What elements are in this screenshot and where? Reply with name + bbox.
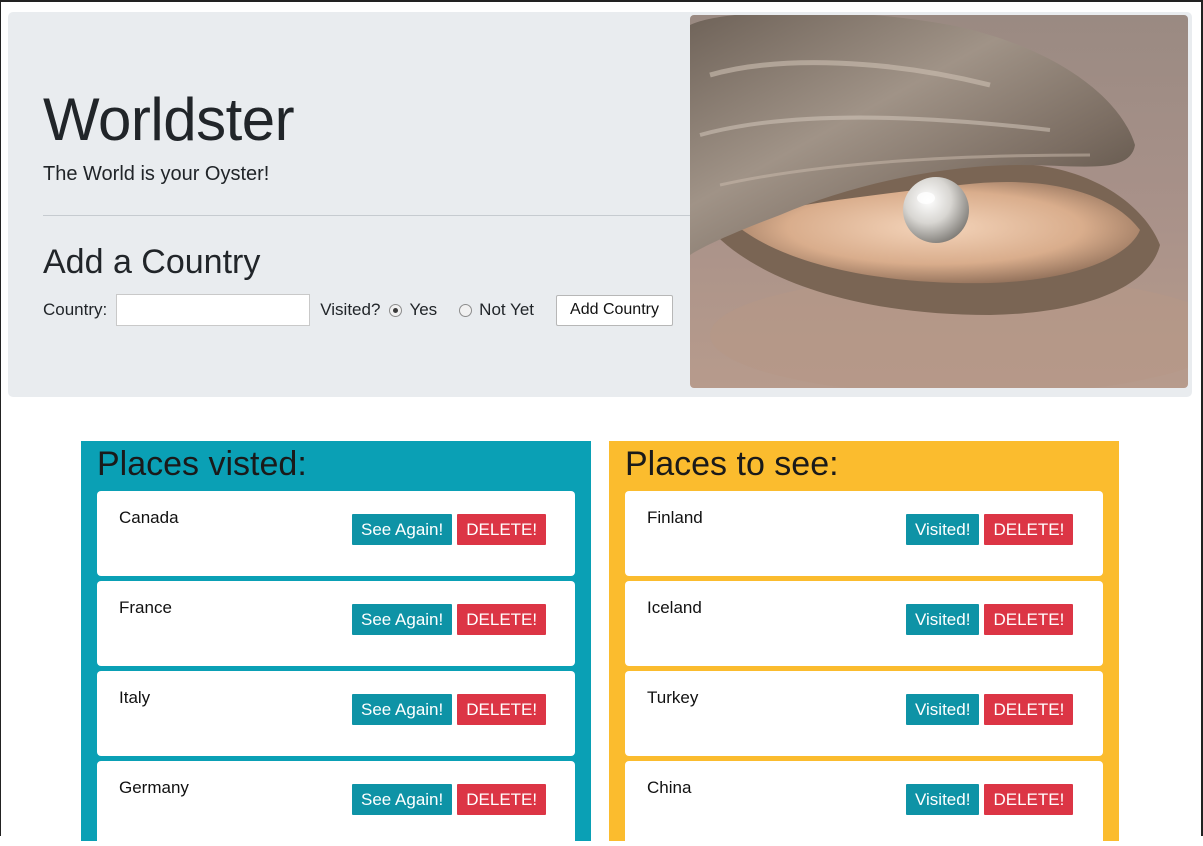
place-name: France xyxy=(119,598,172,617)
places-to-see-title: Places to see: xyxy=(625,445,839,483)
delete-button[interactable]: DELETE! xyxy=(984,604,1074,635)
tagline: The World is your Oyster! xyxy=(43,163,270,185)
to-see-card: Iceland Visited! DELETE! xyxy=(625,581,1103,666)
card-actions: Visited! DELETE! xyxy=(906,514,1074,545)
delete-button[interactable]: DELETE! xyxy=(457,514,547,545)
delete-button[interactable]: DELETE! xyxy=(457,694,547,725)
visited-card: France See Again! DELETE! xyxy=(97,581,575,666)
place-name: Italy xyxy=(119,688,151,707)
visited-card: Canada See Again! DELETE! xyxy=(97,491,575,576)
place-name: Iceland xyxy=(647,598,702,617)
place-name: Turkey xyxy=(647,688,699,707)
to-see-card: Finland Visited! DELETE! xyxy=(625,491,1103,576)
card-actions: See Again! DELETE! xyxy=(352,604,547,635)
delete-button[interactable]: DELETE! xyxy=(457,604,547,635)
see-again-button[interactable]: See Again! xyxy=(352,604,453,635)
app-title: Worldster xyxy=(43,86,295,153)
place-name: Canada xyxy=(119,508,179,527)
country-input[interactable] xyxy=(116,294,311,326)
see-again-button[interactable]: See Again! xyxy=(352,514,453,545)
see-again-button[interactable]: See Again! xyxy=(352,694,453,725)
places-visited-title: Places visted: xyxy=(97,445,307,483)
to-see-card: China Visited! DELETE! xyxy=(625,761,1103,846)
to-see-card: Turkey Visited! DELETE! xyxy=(625,671,1103,756)
visited-button[interactable]: Visited! xyxy=(906,514,980,545)
card-actions: See Again! DELETE! xyxy=(352,784,547,815)
header-jumbotron: Worldster The World is your Oyster! Add … xyxy=(8,12,1192,397)
visited-not-yet-radio[interactable] xyxy=(459,303,473,317)
add-country-button[interactable]: Add Country xyxy=(556,294,673,326)
card-actions: Visited! DELETE! xyxy=(906,694,1074,725)
places-visited-panel: Places visted: Canada See Again! DELETE!… xyxy=(81,441,591,846)
card-actions: Visited! DELETE! xyxy=(906,784,1074,815)
add-country-form: Country: Visited? Yes Not Yet Add Countr… xyxy=(43,294,673,326)
delete-button[interactable]: DELETE! xyxy=(984,514,1074,545)
delete-button[interactable]: DELETE! xyxy=(457,784,547,815)
see-again-button[interactable]: See Again! xyxy=(352,784,453,815)
place-name: Germany xyxy=(119,778,189,797)
visited-button[interactable]: Visited! xyxy=(906,694,980,725)
place-name: Finland xyxy=(647,508,703,527)
places-to-see-panel: Places to see: Finland Visited! DELETE! … xyxy=(609,441,1119,846)
visited-yes-label[interactable]: Yes xyxy=(409,300,437,320)
country-label: Country: xyxy=(43,300,108,319)
visited-button[interactable]: Visited! xyxy=(906,604,980,635)
delete-button[interactable]: DELETE! xyxy=(984,784,1074,815)
place-name: China xyxy=(647,778,692,797)
card-actions: Visited! DELETE! xyxy=(906,604,1074,635)
delete-button[interactable]: DELETE! xyxy=(984,694,1074,725)
divider xyxy=(43,215,693,216)
card-actions: See Again! DELETE! xyxy=(352,694,547,725)
visited-card: Italy See Again! DELETE! xyxy=(97,671,575,756)
card-actions: See Again! DELETE! xyxy=(352,514,547,545)
visited-card: Germany See Again! DELETE! xyxy=(97,761,575,846)
oyster-pearl-image xyxy=(690,15,1188,388)
visited-not-yet-label[interactable]: Not Yet xyxy=(479,300,534,320)
visited-label: Visited? xyxy=(320,300,381,319)
add-country-heading: Add a Country xyxy=(43,243,261,281)
visited-yes-radio[interactable] xyxy=(389,303,403,317)
visited-button[interactable]: Visited! xyxy=(906,784,980,815)
